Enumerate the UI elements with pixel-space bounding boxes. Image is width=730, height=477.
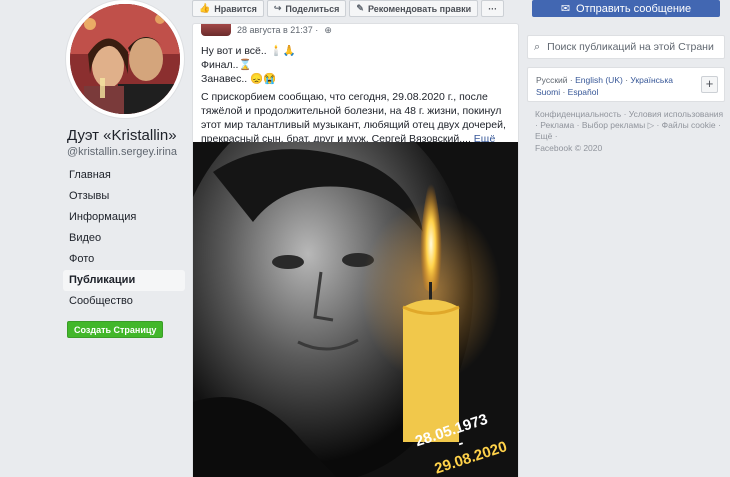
suggest-edits-button[interactable]: ✎ Рекомендовать правки — [349, 0, 479, 17]
add-language-button[interactable]: + — [701, 76, 718, 93]
profile-photo-image — [70, 4, 180, 114]
like-button[interactable]: 👍 Нравится — [192, 0, 264, 17]
like-label: Нравится — [214, 3, 257, 14]
footer-copyright: Facebook © 2020 — [535, 143, 603, 153]
send-message-button[interactable]: ✉ Отправить сообщение — [532, 0, 720, 17]
post-line-1: Ну вот и всё.. 🕯️🙏 — [201, 45, 296, 57]
more-button[interactable]: ··· — [481, 0, 505, 17]
lang-ukrainian[interactable]: Українська — [630, 75, 673, 85]
nav-item-community[interactable]: Сообщество — [63, 291, 185, 312]
more-label: ··· — [488, 3, 498, 14]
suggest-edits-label: Рекомендовать правки — [367, 3, 472, 14]
nav-item-photos[interactable]: Фото — [63, 249, 185, 270]
send-message-label: Отправить сообщение — [576, 2, 692, 15]
post-text: Ну вот и всё.. 🕯️🙏 Финал..⌛ Занавес.. 😞😭… — [201, 44, 515, 146]
post-body: С прискорбием сообщаю, что сегодня, 29.0… — [201, 90, 515, 146]
nav-item-reviews[interactable]: Отзывы — [63, 186, 185, 207]
post-meta: 28 августа в 21:37 · ⊕ — [201, 24, 332, 36]
lang-spanish[interactable]: Español — [568, 87, 599, 97]
lang-finnish[interactable]: Suomi — [536, 87, 560, 97]
post-timestamp[interactable]: 28 августа в 21:37 · — [237, 25, 318, 35]
lang-separator: · — [560, 87, 568, 97]
footer-links[interactable]: Конфиденциальность · Условия использован… — [535, 109, 725, 142]
post-line-3: Занавес.. 😞😭 — [201, 73, 277, 85]
globe-icon: ⊕ — [324, 24, 332, 35]
page-title[interactable]: Дуэт «Kristallin» — [67, 127, 177, 144]
profile-picture[interactable] — [66, 0, 184, 118]
facebook-page: Дуэт «Kristallin» @kristallin.sergey.iri… — [0, 0, 730, 477]
page-handle[interactable]: @kristallin.sergey.irina — [67, 146, 177, 158]
messenger-icon: ✉ — [560, 3, 571, 15]
post-line-2: Финал..⌛ — [201, 59, 252, 71]
nav-item-posts[interactable]: Публикации — [63, 270, 185, 291]
page-nav: Главная Отзывы Информация Видео Фото Пуб… — [63, 165, 185, 312]
search-icon: ⌕ — [534, 40, 541, 53]
lang-separator: · — [567, 75, 576, 85]
nav-item-videos[interactable]: Видео — [63, 228, 185, 249]
nav-item-home[interactable]: Главная — [63, 165, 185, 186]
lang-current: Русский — [536, 75, 568, 85]
thumbs-up-icon: 👍 — [199, 3, 211, 13]
pencil-icon: ✎ — [356, 3, 364, 13]
nav-item-about[interactable]: Информация — [63, 207, 185, 228]
create-page-button[interactable]: Создать Страницу — [67, 321, 164, 338]
post-body-text: С прискорбием сообщаю, что сегодня, 29.0… — [201, 91, 506, 145]
post-author-avatar[interactable] — [201, 24, 231, 36]
lang-english[interactable]: English (UK) — [575, 75, 623, 85]
language-selector: Русский · English (UK) · Українська Suom… — [527, 67, 725, 102]
left-column: Дуэт «Kristallin» @kristallin.sergey.iri… — [0, 0, 192, 477]
post-card: 28 августа в 21:37 · ⊕ Ну вот и всё.. 🕯️… — [192, 23, 519, 477]
post-image[interactable]: 28.05.1973 - 29.08.2020 — [193, 142, 518, 477]
page-post-search: ⌕ — [527, 35, 725, 59]
share-icon: ↪ — [273, 3, 282, 13]
footer: Конфиденциальность · Условия использован… — [535, 109, 725, 154]
share-label: Поделиться — [285, 3, 340, 14]
share-button[interactable]: ↪ Поделиться — [266, 0, 347, 17]
page-action-bar: 👍 Нравится ↪ Поделиться ✎ Рекомендовать … — [192, 0, 519, 17]
memorial-photo: 28.05.1973 - 29.08.2020 — [193, 142, 518, 477]
search-input[interactable] — [547, 41, 718, 53]
